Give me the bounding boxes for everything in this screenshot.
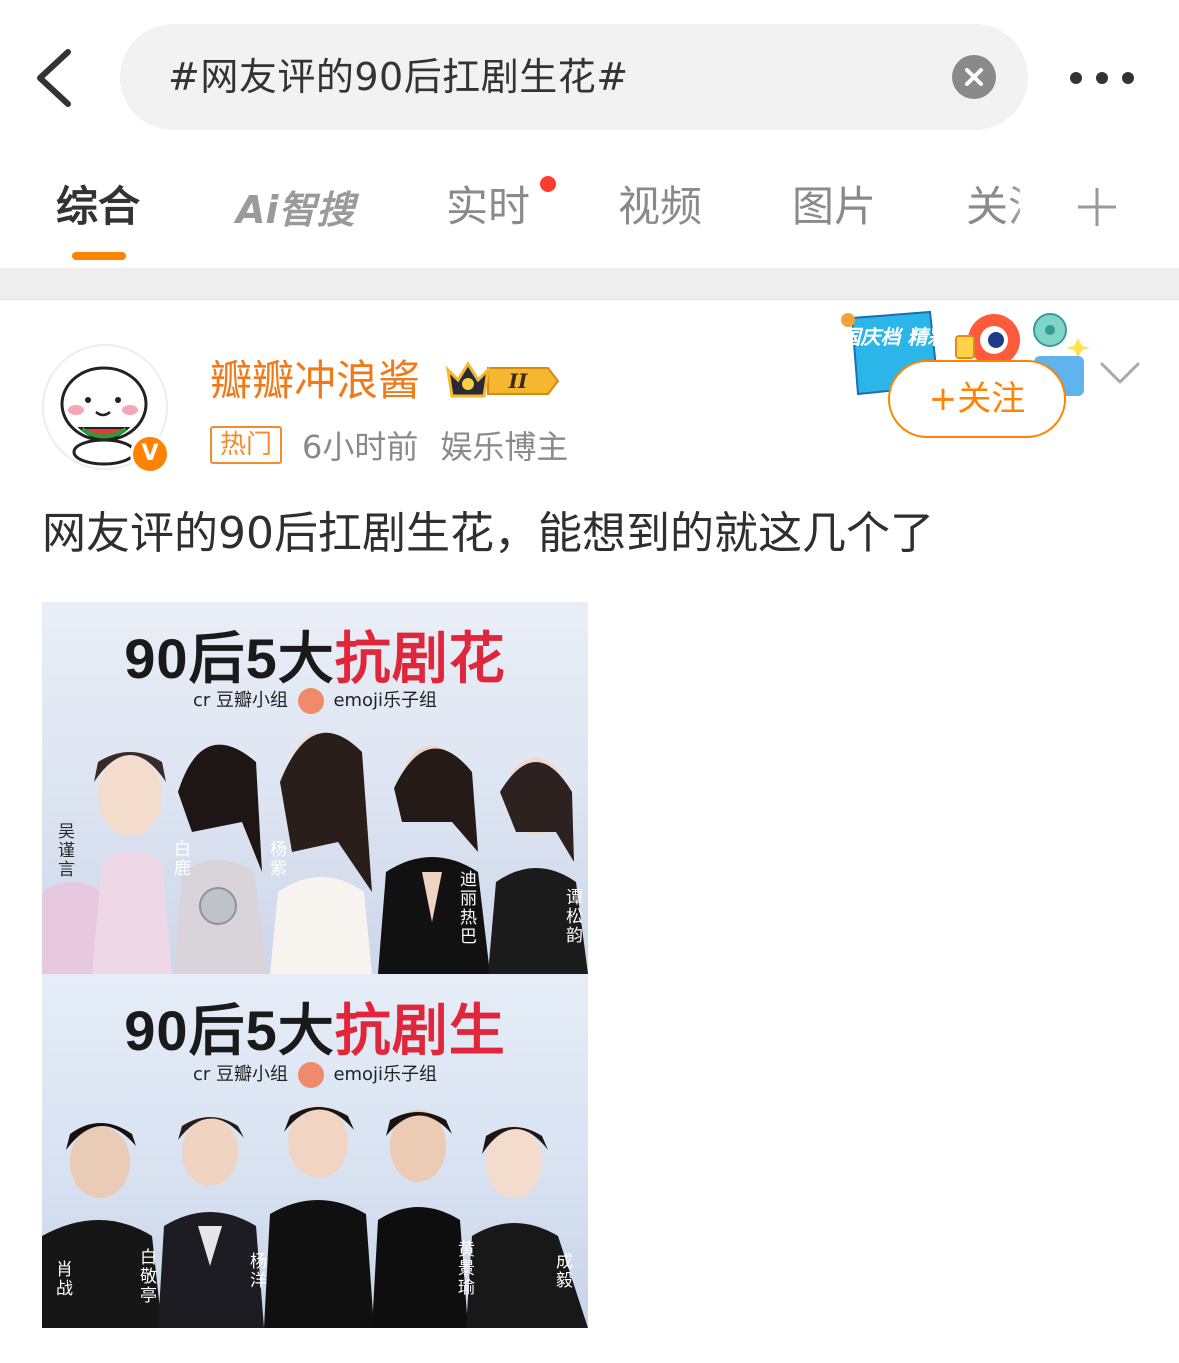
crown-icon: II	[445, 361, 560, 398]
add-tab-button[interactable]	[1076, 186, 1118, 228]
chevron-left-icon	[37, 49, 71, 107]
promo-text: 国庆档 精彩	[841, 325, 952, 349]
name-label: 吴谨言	[54, 822, 74, 879]
more-dots-icon	[1070, 72, 1134, 84]
clear-search-button[interactable]	[952, 55, 996, 99]
credit-emoji-icon	[297, 1062, 324, 1088]
back-button[interactable]	[28, 40, 88, 116]
credit-source: cr 豆瓣小组	[192, 690, 288, 711]
name-label: 杨洋	[246, 1252, 266, 1290]
active-tab-indicator	[72, 252, 126, 260]
author-role: 娱乐博主	[440, 428, 569, 466]
panel-title-prefix: 90后5大	[124, 627, 335, 690]
panel-title-prefix: 90后5大	[124, 999, 335, 1062]
member-level-text: II	[508, 369, 528, 393]
credit-group: emoji乐子组	[333, 1064, 438, 1085]
tab-video[interactable]: 视频	[618, 178, 702, 236]
hot-tag: 热门	[210, 426, 283, 464]
post-options-button[interactable]	[1098, 356, 1142, 390]
tab-ai-search[interactable]: Ai智搜	[236, 181, 354, 239]
name-label: 谭松韵	[562, 888, 582, 945]
name-label: 白鹿	[170, 840, 190, 878]
tab-fade-overlay	[1010, 170, 1070, 250]
tab-realtime[interactable]: 实时	[446, 178, 530, 236]
name-label: 成毅	[552, 1252, 572, 1290]
credit-group: emoji乐子组	[333, 690, 438, 711]
post-time: 6小时前	[302, 428, 419, 466]
post-text[interactable]: 网友评的90后扛剧生花，能想到的就这几个了	[42, 504, 934, 564]
credit-source: cr 豆瓣小组	[192, 1064, 288, 1085]
follow-button[interactable]: +关注	[888, 360, 1066, 438]
panel-title-highlight: 抗剧生	[334, 999, 506, 1062]
top-bar: #网友评的90后扛剧生花#	[0, 0, 1179, 150]
search-input[interactable]: #网友评的90后扛剧生花#	[120, 24, 1028, 130]
name-label: 白敬亭	[136, 1248, 156, 1305]
author-name[interactable]: 瓣瓣冲浪酱	[210, 352, 420, 410]
panel-title-actresses: 90后5大抗剧花	[42, 614, 588, 695]
notification-dot	[540, 176, 556, 192]
panel-credit: cr 豆瓣小组 emoji乐子组	[42, 686, 588, 714]
section-divider	[0, 268, 1179, 300]
credit-emoji-icon	[297, 688, 324, 714]
name-label: 迪丽热巴	[456, 870, 476, 946]
actresses-illustration	[42, 732, 588, 974]
verified-badge: V	[130, 434, 170, 474]
panel-title-highlight: 抗剧花	[334, 627, 506, 690]
post-meta: 热门 6小时前 娱乐博主	[210, 422, 590, 468]
image-panel-actresses: 90后5大抗剧花 cr 豆瓣小组 emoji乐子组 吴谨言 白鹿 杨紫 迪丽热巴…	[42, 602, 588, 974]
search-query[interactable]: #网友评的90后扛剧生花#	[168, 48, 629, 106]
plus-icon	[1078, 188, 1116, 226]
name-label: 肖战	[52, 1260, 72, 1298]
name-label: 杨紫	[266, 840, 286, 878]
tab-comprehensive[interactable]: 综合	[56, 178, 140, 236]
tab-images[interactable]: 图片	[792, 178, 876, 236]
more-options-button[interactable]	[1066, 60, 1138, 96]
image-panel-actors: 90后5大抗剧生 cr 豆瓣小组 emoji乐子组 肖战 白敬亭 杨洋 黄景瑜 …	[42, 974, 588, 1328]
chevron-down-icon	[1100, 362, 1140, 384]
panel-credit: cr 豆瓣小组 emoji乐子组	[42, 1060, 588, 1088]
post-image[interactable]: 90后5大抗剧花 cr 豆瓣小组 emoji乐子组 吴谨言 白鹿 杨紫 迪丽热巴…	[42, 602, 588, 1328]
close-icon	[965, 68, 983, 86]
panel-title-actors: 90后5大抗剧生	[42, 986, 588, 1067]
member-badge[interactable]: II	[444, 358, 560, 404]
actors-illustration	[42, 1106, 588, 1328]
name-label: 黄景瑜	[454, 1240, 474, 1297]
